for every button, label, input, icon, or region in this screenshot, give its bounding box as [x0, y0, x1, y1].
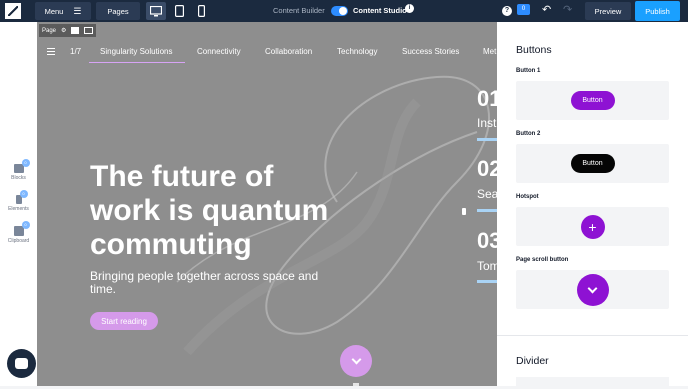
elements-badge: 0	[19, 190, 28, 198]
chapter-title: Tom	[477, 259, 497, 273]
page-nav: 1/7 Singularity Solutions Connectivity C…	[37, 40, 497, 64]
tablet-view-button[interactable]	[169, 2, 189, 20]
button1-text: Button	[582, 97, 603, 104]
chevron-down-icon	[351, 354, 361, 365]
mode-toggle[interactable]	[331, 6, 348, 16]
panel-divider	[497, 335, 688, 336]
desktop-icon	[150, 5, 162, 16]
chapter-number: 02	[477, 156, 497, 181]
rail-item-elements[interactable]: 0 Elements	[0, 190, 37, 212]
hotspot-label: Hotspot	[516, 194, 539, 200]
blocks-badge: 0	[21, 159, 30, 167]
hero-subtitle[interactable]: Bringing people together across space an…	[90, 270, 330, 295]
page-counter: 1/7	[70, 47, 82, 56]
nav-item[interactable]: Met	[483, 47, 496, 56]
hotspot-preview[interactable]: +	[516, 207, 669, 246]
gear-icon[interactable]: ⚙	[61, 27, 66, 34]
panel-heading: Buttons	[516, 44, 552, 56]
page-scroll-label: Page scroll button	[516, 257, 569, 263]
desktop-view-button[interactable]	[146, 2, 166, 20]
nav-item[interactable]: Success Stories	[402, 47, 459, 56]
publish-button[interactable]: Publish	[635, 1, 680, 21]
elements-panel: Buttons Button 1 Button Button 2 Button …	[497, 22, 688, 389]
button2-preview[interactable]: Button	[516, 144, 669, 183]
rail-item-label: Clipboard	[7, 238, 30, 244]
hero-title[interactable]: The future of work is quantum commuting	[90, 160, 350, 262]
page-canvas[interactable]: Page ⚙ 1/7 Singularity Solutions Connect…	[37, 22, 497, 386]
nav-item[interactable]: Connectivity	[197, 47, 241, 56]
divider-preview[interactable]	[516, 377, 669, 389]
menu-button[interactable]: Menu ☰	[35, 2, 91, 20]
button2-sample[interactable]: Button	[570, 154, 615, 173]
clipboard-badge: 0	[21, 221, 30, 229]
elements-icon: 0	[15, 190, 28, 204]
preview-button[interactable]: Preview	[585, 2, 631, 20]
rail-item-clipboard[interactable]: 0 Clipboard	[0, 221, 37, 244]
redo-icon[interactable]: ↷	[563, 3, 572, 16]
page-scroll-sample[interactable]	[576, 273, 609, 306]
publish-label: Publish	[645, 6, 670, 16]
tablet-icon	[174, 5, 184, 17]
rail-item-label: Blocks	[11, 175, 26, 181]
page-color-icon[interactable]	[71, 27, 80, 34]
nav-active-underline	[89, 62, 185, 63]
button1-sample[interactable]: Button	[570, 91, 615, 110]
button2-text: Button	[582, 160, 603, 167]
top-toolbar: Menu ☰ Pages Content Builder Content Stu…	[0, 0, 688, 22]
page-settings-tab[interactable]: Page ⚙	[39, 24, 97, 37]
help-icon[interactable]: ?	[502, 6, 512, 16]
content-builder-label[interactable]: Content Builder	[273, 6, 325, 15]
clipboard-icon: 0	[13, 221, 30, 236]
nav-item[interactable]: Singularity Solutions	[100, 47, 172, 56]
info-icon[interactable]: i	[405, 4, 414, 13]
pages-button[interactable]: Pages	[96, 2, 140, 20]
page-scroll-button[interactable]	[340, 345, 372, 377]
chapter-progress	[477, 209, 497, 212]
divider-heading: Divider	[516, 355, 549, 367]
chapter-progress	[477, 138, 497, 141]
page-layout-icon[interactable]	[84, 27, 94, 34]
chapter-title: Inst	[477, 116, 497, 130]
page-tab-label: Page	[42, 27, 57, 34]
resize-handle[interactable]	[462, 208, 466, 215]
content-studio-label[interactable]: Content Studio	[353, 6, 407, 15]
blocks-icon: 0	[13, 159, 30, 173]
mobile-view-button[interactable]	[191, 2, 211, 20]
chapter-number: 03	[477, 228, 497, 253]
button1-preview[interactable]: Button	[516, 81, 669, 120]
chapter-title: Sea	[477, 187, 497, 201]
mobile-icon	[197, 5, 205, 17]
button2-label: Button 2	[516, 131, 541, 137]
menu-label: Menu	[44, 6, 64, 16]
notification-badge[interactable]: 0	[517, 4, 530, 15]
chapter-progress	[477, 280, 497, 283]
rail-item-blocks[interactable]: 0 Blocks	[0, 159, 37, 181]
pages-label: Pages	[107, 6, 129, 16]
nav-item[interactable]: Collaboration	[265, 47, 312, 56]
start-reading-button[interactable]: Start reading	[90, 312, 158, 330]
start-reading-label: Start reading	[101, 316, 147, 326]
hamburger-icon: ☰	[73, 5, 82, 16]
preview-label: Preview	[594, 6, 622, 16]
chat-button[interactable]	[7, 349, 36, 378]
button1-label: Button 1	[516, 68, 541, 74]
nav-item[interactable]: Technology	[337, 47, 377, 56]
chapter-number: 01	[477, 86, 497, 111]
left-rail: 0 Blocks 0 Elements 0 Clipboard	[0, 22, 37, 386]
rail-item-label: Elements	[8, 206, 29, 212]
chevron-down-icon	[587, 283, 598, 293]
app-logo[interactable]	[5, 3, 21, 19]
chat-icon	[15, 358, 28, 369]
plus-icon[interactable]: +	[580, 214, 605, 239]
page-scroll-preview[interactable]	[516, 270, 669, 309]
nav-menu-icon[interactable]	[47, 48, 55, 55]
undo-icon[interactable]: ↶	[542, 3, 551, 16]
